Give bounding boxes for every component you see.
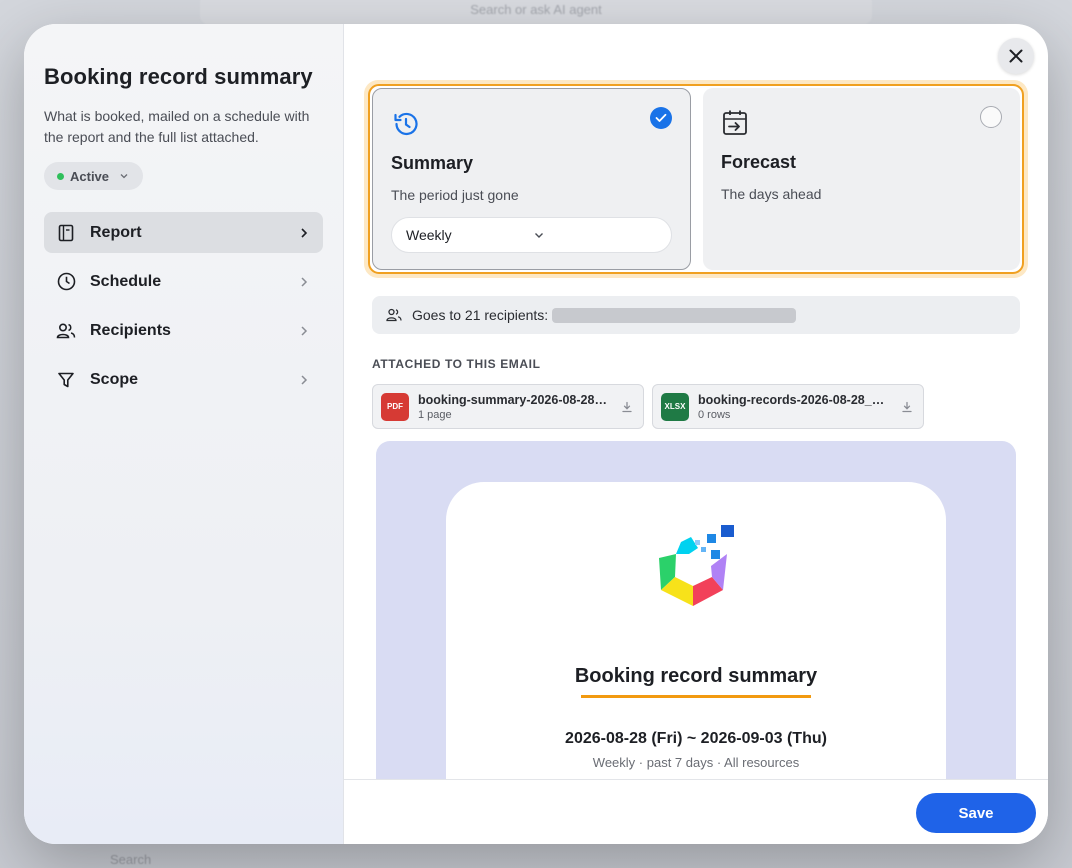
chevron-down-icon <box>533 229 660 241</box>
report-icon <box>56 223 76 243</box>
email-title: Booking record summary <box>574 665 818 687</box>
report-mode-options: Summary The period just gone Weekly Fore… <box>368 84 1024 274</box>
mode-card-summary[interactable]: Summary The period just gone Weekly <box>372 88 691 270</box>
report-settings-modal: Booking record summary What is booked, m… <box>24 24 1048 844</box>
sidebar-item-report[interactable]: Report <box>44 212 323 253</box>
people-icon <box>56 321 76 341</box>
xlsx-file-icon: XLSX <box>661 392 689 421</box>
download-icon[interactable] <box>619 399 635 415</box>
attachment-meta: booking-summary-2026-08-28_2026-09-03.pd… <box>418 393 611 421</box>
sidebar-item-label: Recipients <box>90 321 171 339</box>
attachment-filename: booking-summary-2026-08-28_2026-09-03.pd… <box>418 392 611 407</box>
pdf-file-icon: PDF <box>381 392 409 421</box>
email-meta: Weekly · past 7 days · All resources <box>592 755 800 770</box>
status-dot-icon <box>57 172 64 180</box>
attachments-list: PDF booking-summary-2026-08-28_2026-09-0… <box>372 384 924 429</box>
filter-icon <box>56 370 76 390</box>
attachment-meta: booking-records-2026-08-28_2026-09-03.xl… <box>698 393 891 421</box>
attachment-pdf[interactable]: PDF booking-summary-2026-08-28_2026-09-0… <box>372 384 644 429</box>
period-select-value: Weekly <box>406 227 452 243</box>
recipients-text: Goes to 21 recipients: <box>412 307 549 323</box>
brand-logo-icon <box>651 524 741 624</box>
report-mode-selector: Summary The period just gone Weekly Fore… <box>364 80 1028 278</box>
save-button[interactable]: Save <box>916 793 1036 833</box>
recipients-summary[interactable]: Goes to 21 recipients: <box>372 296 1020 334</box>
mode-title: Forecast <box>721 152 797 172</box>
sidebar-item-label: Report <box>90 223 142 241</box>
history-icon <box>391 109 421 139</box>
close-icon <box>1009 49 1023 63</box>
attachment-filename: booking-records-2026-08-28_2026-09-03.xl… <box>698 392 891 407</box>
redacted-recipient-list <box>552 307 797 323</box>
attachment-xlsx[interactable]: XLSX booking-records-2026-08-28_2026-09-… <box>652 384 924 429</box>
email-preview-card: Booking record summary 2026-08-28 (Fri) … <box>446 482 946 801</box>
sidebar-item-label: Scope <box>90 370 139 388</box>
sidebar-item-label: Schedule <box>90 272 162 290</box>
attachment-info: 1 page <box>418 408 452 421</box>
radio-unchecked-icon[interactable] <box>980 106 1002 128</box>
clock-icon <box>56 272 76 292</box>
modal-footer: Save <box>344 779 1048 844</box>
sidebar-nav: Report Schedule Recipients Scope <box>44 212 323 400</box>
radio-checked-icon[interactable] <box>650 107 672 129</box>
people-icon <box>386 308 402 322</box>
background-bottom-text: Search <box>110 852 152 867</box>
mode-subtitle: The days ahead <box>721 186 822 202</box>
chevron-down-icon <box>119 171 129 181</box>
chevron-right-icon <box>297 275 311 289</box>
chevron-right-icon <box>297 324 311 338</box>
chevron-right-icon <box>297 373 311 387</box>
download-icon[interactable] <box>899 399 915 415</box>
status-label: Active <box>70 168 110 184</box>
status-dropdown[interactable]: Active <box>44 162 144 190</box>
attachments-heading: ATTACHED TO THIS EMAIL <box>372 357 541 371</box>
main-panel: Summary The period just gone Weekly Fore… <box>344 24 1048 844</box>
page-title: Booking record summary <box>44 64 313 89</box>
sidebar-item-recipients[interactable]: Recipients <box>44 310 323 351</box>
mode-subtitle: The period just gone <box>391 187 519 203</box>
email-date-range: 2026-08-28 (Fri) ~ 2026-09-03 (Thu) <box>565 730 827 747</box>
sidebar-item-scope[interactable]: Scope <box>44 359 323 400</box>
sidebar: Booking record summary What is booked, m… <box>24 24 344 844</box>
page-description: What is booked, mailed on a schedule wit… <box>44 108 310 145</box>
mode-title: Summary <box>391 153 474 173</box>
period-select[interactable]: Weekly <box>391 217 672 253</box>
chevron-right-icon <box>297 226 311 240</box>
email-title-underline <box>581 695 811 698</box>
background-search-bar: Search or ask AI agent <box>200 0 872 24</box>
email-preview: Booking record summary 2026-08-28 (Fri) … <box>376 441 1016 801</box>
mode-card-forecast[interactable]: Forecast The days ahead <box>703 88 1020 270</box>
calendar-arrow-icon <box>721 108 751 138</box>
attachment-info: 0 rows <box>698 408 731 421</box>
close-button[interactable] <box>998 38 1034 74</box>
background-search-placeholder: Search or ask AI agent <box>470 1 602 17</box>
sidebar-item-schedule[interactable]: Schedule <box>44 261 323 302</box>
